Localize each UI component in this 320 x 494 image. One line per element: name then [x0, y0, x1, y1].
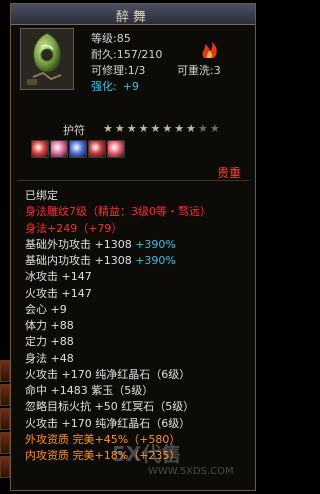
repair-value: 1/3: [127, 64, 146, 77]
attribute-line: 体力 +88: [25, 317, 74, 333]
attribute-line: 已绑定: [25, 187, 58, 203]
watermark-logo: 5X代售: [112, 442, 182, 466]
rune-slot-icon[interactable]: [88, 140, 106, 158]
divider: [17, 180, 249, 181]
skill-icon[interactable]: [0, 456, 10, 478]
star-icon: ★: [162, 122, 175, 135]
attribute-line: 身法 +48: [25, 350, 74, 366]
level-label: 等级:: [91, 32, 117, 45]
rune-slot-icon[interactable]: [31, 140, 49, 158]
attribute-line: 火攻击 +170 纯净红晶石（6级）: [25, 415, 190, 431]
star-icon: ★: [126, 122, 139, 135]
watermark-url: WWW.5XDS.COM: [148, 466, 234, 477]
rune-slot-icon[interactable]: [69, 140, 87, 158]
attribute-text: 忽略目标火抗 +50 红冥石（5级）: [25, 400, 195, 414]
durability-row: 耐久:157/210: [91, 46, 162, 62]
rune-slot-icon[interactable]: [107, 140, 125, 158]
jade-amulet-icon: [21, 29, 73, 89]
attribute-text: 命中 +1483 紫玉（5级）: [25, 384, 154, 397]
attribute-line: 火攻击 +147: [25, 285, 92, 301]
skill-icon[interactable]: [0, 360, 10, 382]
skill-icon[interactable]: [0, 432, 10, 454]
attribute-text: 身法 +48: [25, 351, 74, 365]
item-tooltip: 醉舞 等级:85 耐久:157/210 可修理:1/3 可重洗:3 强化: +9…: [10, 3, 256, 491]
attribute-line: 会心 +9: [25, 301, 67, 317]
rewash-label: 可重洗:: [177, 64, 214, 77]
star-icon: ★: [114, 122, 127, 135]
level-value: 85: [116, 32, 131, 45]
rewash-row: 可重洗:3: [177, 62, 221, 78]
rune-slot-icon[interactable]: [50, 140, 68, 158]
star-icon: ★: [103, 122, 115, 135]
repair-label: 可修理:: [91, 64, 128, 77]
attribute-line: 忽略目标火抗 +50 红冥石（5级）: [25, 398, 194, 414]
attribute-bonus: （+79）: [77, 221, 123, 235]
attribute-text: 身法雕纹7级（精益：3级0等・骛远）: [25, 205, 211, 219]
attribute-line: 冰攻击 +147: [25, 268, 92, 284]
tooltip-titlebar: 醉舞: [11, 4, 255, 25]
flame-icon: [202, 42, 217, 58]
rewash-value: 3: [213, 64, 221, 77]
attribute-text: 已绑定: [25, 189, 58, 202]
attribute-line: 基础内功攻击 +1308 +390%: [25, 252, 176, 268]
level-row: 等级:85: [91, 30, 131, 46]
attribute-line: 火攻击 +170 纯净红晶石（6级）: [25, 366, 190, 382]
star-icon: ★: [198, 122, 210, 135]
enhance-value: +9: [122, 80, 139, 93]
attribute-text: 火攻击 +147: [25, 286, 92, 300]
item-name: 醉舞: [115, 10, 150, 25]
repair-row: 可修理:1/3: [91, 62, 145, 78]
attribute-text: 基础内功攻击 +1308: [25, 254, 132, 267]
enhance-label: 强化:: [91, 80, 117, 93]
attribute-text: 冰攻击 +147: [25, 270, 92, 284]
attribute-line: 身法+249（+79）: [25, 220, 122, 236]
attribute-text: 基础外功攻击 +1308: [25, 237, 132, 251]
skill-icon[interactable]: [0, 408, 10, 430]
amulet-stars: ★★★★★★★★★★: [103, 122, 222, 135]
amulet-label: 护符: [63, 124, 85, 137]
attribute-bonus: +390%: [131, 237, 176, 251]
attribute-text: 定力 +88: [25, 335, 74, 349]
star-icon: ★: [174, 122, 187, 135]
item-icon: [20, 28, 74, 90]
attribute-line: 身法雕纹7级（精益：3级0等・骛远）: [25, 203, 211, 219]
valuable-tag: 贵重: [216, 166, 241, 180]
star-icon: ★: [209, 122, 222, 135]
attribute-line: 命中 +1483 紫玉（5级）: [25, 382, 153, 398]
attribute-text: 会心 +9: [25, 302, 67, 316]
skill-icon[interactable]: [0, 384, 10, 406]
attribute-text: 火攻击 +170 纯净红晶石（6级）: [25, 416, 191, 430]
durability-label: 耐久:: [91, 48, 117, 61]
attribute-line: 定力 +88: [25, 333, 74, 349]
attribute-line: 基础外功攻击 +1308 +390%: [25, 236, 176, 252]
attribute-text: 体力 +88: [25, 319, 74, 332]
attribute-text: 身法+249: [25, 221, 78, 235]
attribute-text: 火攻击 +170 纯净红晶石（6级）: [25, 367, 191, 381]
star-icon: ★: [150, 122, 163, 135]
star-icon: ★: [186, 122, 198, 135]
side-icon-strip: [0, 360, 10, 480]
durability-value: 157/210: [116, 48, 163, 61]
star-icon: ★: [138, 122, 151, 135]
enhance-row: 强化: +9: [91, 78, 139, 94]
attribute-bonus: +390%: [131, 254, 176, 267]
